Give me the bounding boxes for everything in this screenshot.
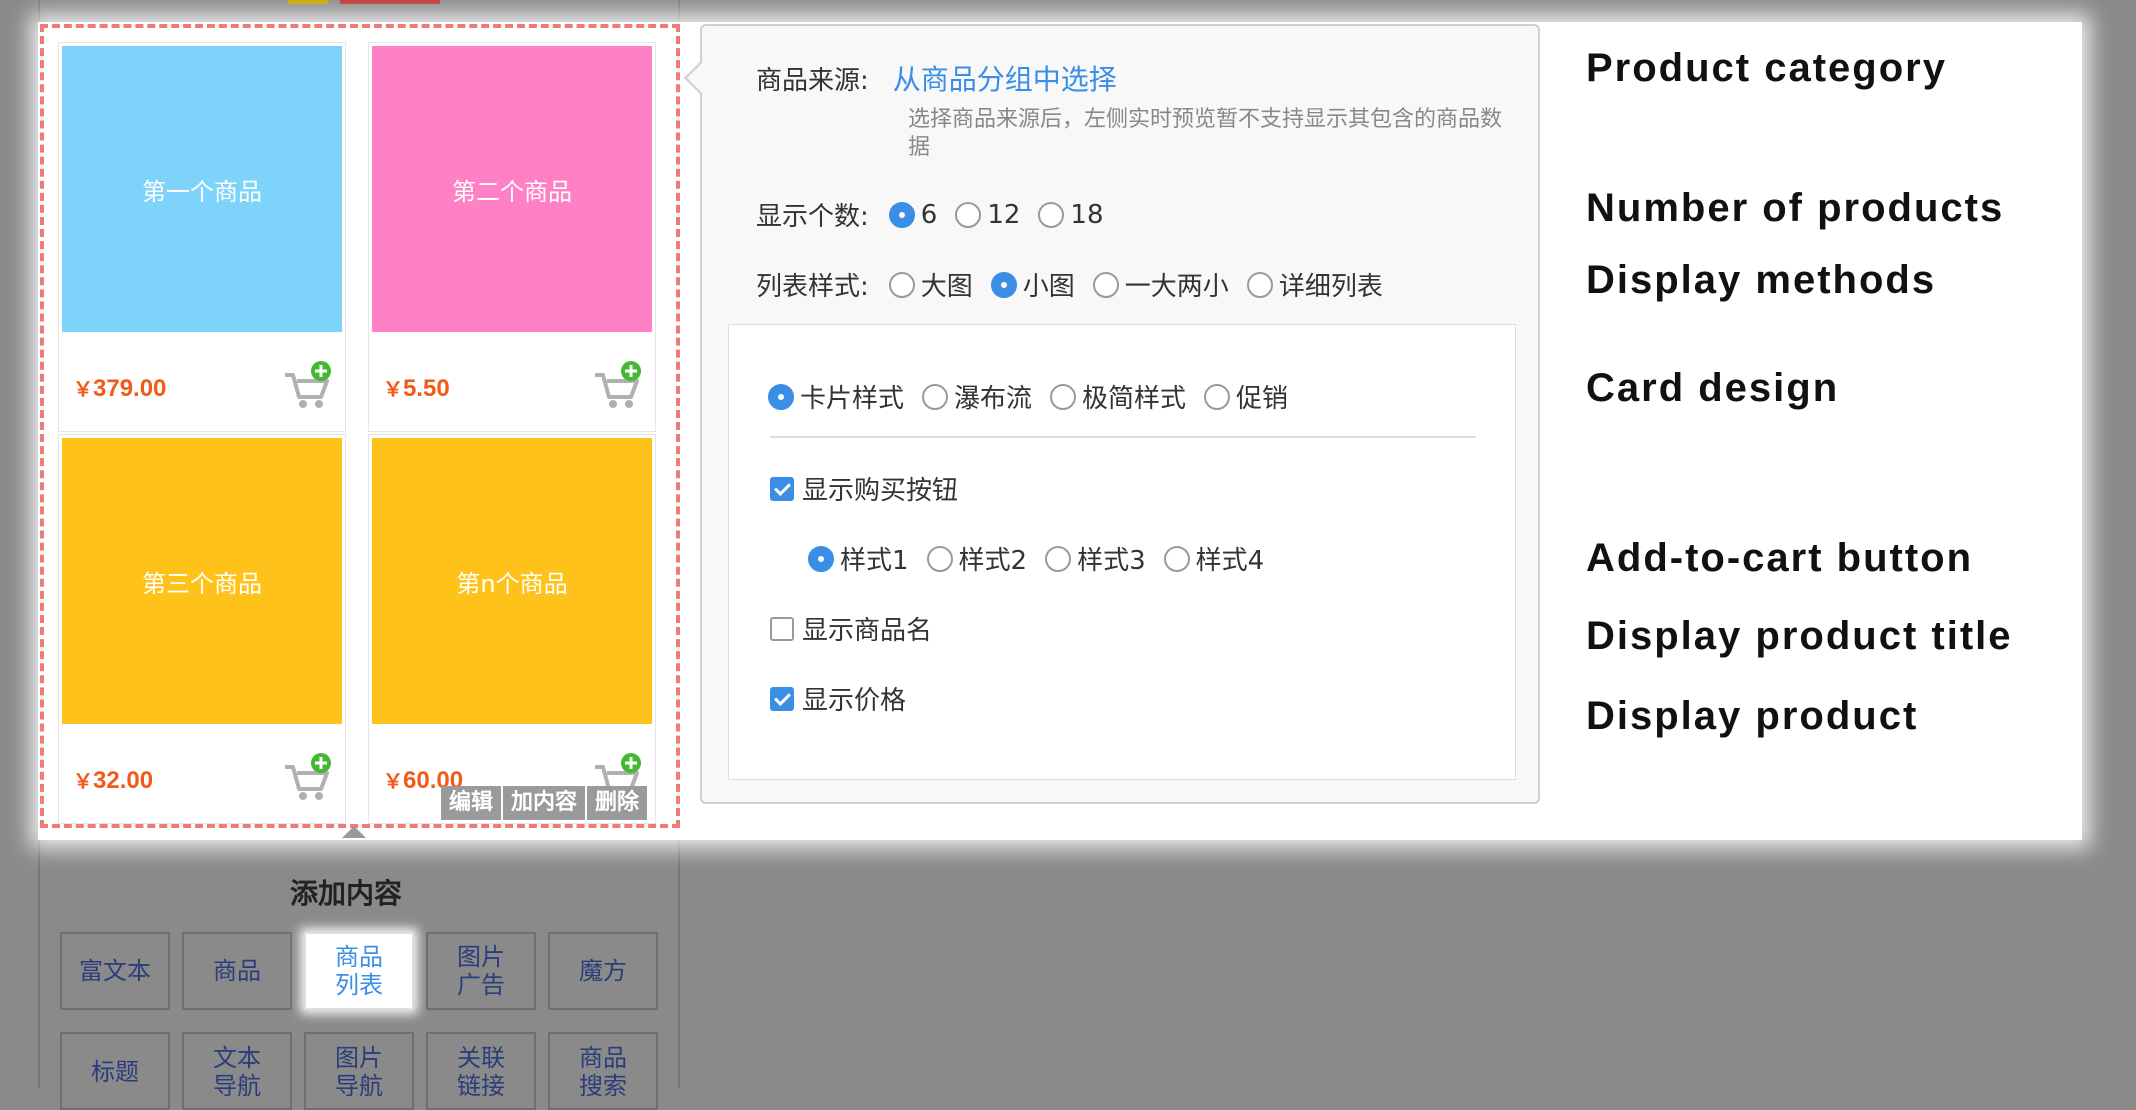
component-actions: 编辑 加内容 删除 (441, 786, 648, 820)
product-card[interactable]: 第三个商品 ￥32.00 (58, 434, 346, 824)
radio-selected[interactable] (990, 271, 1017, 298)
add-to-cart-icon[interactable] (281, 753, 333, 805)
radio[interactable] (1050, 383, 1077, 410)
source-row: 商品来源: 从商品分组中选择 (756, 58, 1117, 98)
annotation-title: Display product title (1586, 614, 2013, 658)
show-buy-label: 显示购买按钮 (802, 476, 959, 506)
show-buy-checkbox[interactable] (770, 476, 794, 501)
count-option-12[interactable]: 12 (955, 200, 1020, 230)
buy-style-2[interactable]: 样式2 (926, 540, 1027, 577)
product-card[interactable]: 第n个商品 ￥60.00 (368, 434, 656, 824)
radio[interactable] (1204, 383, 1231, 410)
product-image: 第一个商品 (62, 46, 342, 332)
show-price-row[interactable]: 显示价格 (770, 680, 906, 717)
card-option-card[interactable]: 卡片样式 (768, 378, 904, 415)
add-text-nav-button[interactable]: 文本 导航 (182, 1032, 292, 1110)
radio-selected[interactable] (768, 383, 794, 410)
style-option-mixed[interactable]: 一大两小 (1092, 266, 1229, 303)
add-content-button[interactable]: 加内容 (503, 786, 586, 820)
add-title-button[interactable]: 标题 (60, 1032, 170, 1110)
add-content-title: 添加内容 (290, 877, 403, 910)
add-product-button[interactable]: 商品 (182, 932, 292, 1010)
radio[interactable] (1163, 545, 1190, 572)
show-price-checkbox[interactable] (770, 686, 794, 711)
edit-button[interactable]: 编辑 (441, 786, 502, 820)
radio-selected[interactable] (888, 201, 915, 228)
radio[interactable] (1246, 271, 1273, 298)
product-card[interactable]: 第一个商品 ￥379.00 (58, 42, 346, 432)
add-to-cart-icon[interactable] (591, 361, 643, 413)
annotation-display: Display methods (1586, 258, 1937, 302)
annotation-card: Card design (1586, 366, 1840, 410)
annotation-product: Display product (1586, 694, 1919, 738)
radio-selected[interactable] (808, 545, 834, 572)
product-image: 第三个商品 (62, 438, 342, 724)
count-row: 显示个数: 6 12 18 (756, 196, 1122, 233)
product-image: 第二个商品 (372, 46, 652, 332)
product-price: ￥5.50 (383, 375, 450, 402)
count-label: 显示个数: (756, 202, 869, 232)
add-product-list-button[interactable]: 商品 列表 (304, 932, 414, 1010)
buy-style-row: 样式1 样式2 样式3 样式4 (808, 540, 1282, 577)
radio[interactable] (1045, 545, 1072, 572)
product-list-preview[interactable]: 第一个商品 ￥379.00 第二个商品 ￥5.50 第三个商品 ￥32.00 第… (40, 24, 680, 828)
radio[interactable] (922, 383, 949, 410)
show-price-label: 显示价格 (802, 686, 907, 716)
style-option-detail[interactable]: 详细列表 (1246, 266, 1383, 303)
style-option-large[interactable]: 大图 (888, 266, 973, 303)
product-price: ￥379.00 (73, 375, 167, 402)
card-option-promo[interactable]: 促销 (1204, 378, 1288, 415)
add-image-ad-button[interactable]: 图片 广告 (426, 932, 536, 1010)
radio[interactable] (1038, 201, 1065, 228)
product-image: 第n个商品 (372, 438, 652, 724)
show-name-checkbox[interactable] (770, 616, 794, 641)
add-rich-text-button[interactable]: 富文本 (60, 932, 170, 1010)
count-option-6[interactable]: 6 (888, 200, 937, 230)
source-hint: 选择商品来源后，左侧实时预览暂不支持显示其包含的商品数据 (908, 107, 1503, 160)
component-pointer (342, 826, 366, 838)
divider (770, 436, 1476, 438)
product-card[interactable]: 第二个商品 ￥5.50 (368, 42, 656, 432)
count-option-18[interactable]: 18 (1038, 200, 1104, 230)
delete-button[interactable]: 删除 (587, 786, 648, 820)
add-search-button[interactable]: 商品 搜索 (548, 1032, 658, 1110)
card-style-row: 卡片样式 瀑布流 极简样式 促销 (768, 378, 1306, 415)
radio[interactable] (955, 201, 982, 228)
product-price: ￥32.00 (73, 767, 154, 794)
style-row: 列表样式: 大图 小图 一大两小 详细列表 (756, 266, 1401, 303)
buy-style-4[interactable]: 样式4 (1163, 540, 1264, 577)
card-option-minimal[interactable]: 极简样式 (1050, 378, 1186, 415)
add-cube-button[interactable]: 魔方 (548, 932, 658, 1010)
add-link-button[interactable]: 关联 链接 (426, 1032, 536, 1110)
show-name-label: 显示商品名 (802, 616, 933, 646)
radio[interactable] (926, 545, 953, 572)
buy-style-1[interactable]: 样式1 (808, 540, 909, 577)
buy-style-3[interactable]: 样式3 (1045, 540, 1146, 577)
annotation-cart: Add-to-cart button (1586, 536, 1974, 580)
add-to-cart-icon[interactable] (281, 361, 333, 413)
style-label: 列表样式: (756, 272, 869, 302)
show-name-row[interactable]: 显示商品名 (770, 610, 932, 647)
style-option-small[interactable]: 小图 (990, 266, 1075, 303)
show-buy-row[interactable]: 显示购买按钮 (770, 470, 958, 507)
annotation-category: Product category (1586, 46, 1947, 90)
source-link[interactable]: 从商品分组中选择 (893, 58, 1117, 98)
card-option-waterfall[interactable]: 瀑布流 (922, 378, 1032, 415)
source-label: 商品来源: (756, 65, 869, 96)
add-image-nav-button[interactable]: 图片 导航 (304, 1032, 414, 1110)
radio[interactable] (888, 271, 915, 298)
radio[interactable] (1092, 271, 1119, 298)
annotation-number: Number of products (1586, 186, 2005, 230)
